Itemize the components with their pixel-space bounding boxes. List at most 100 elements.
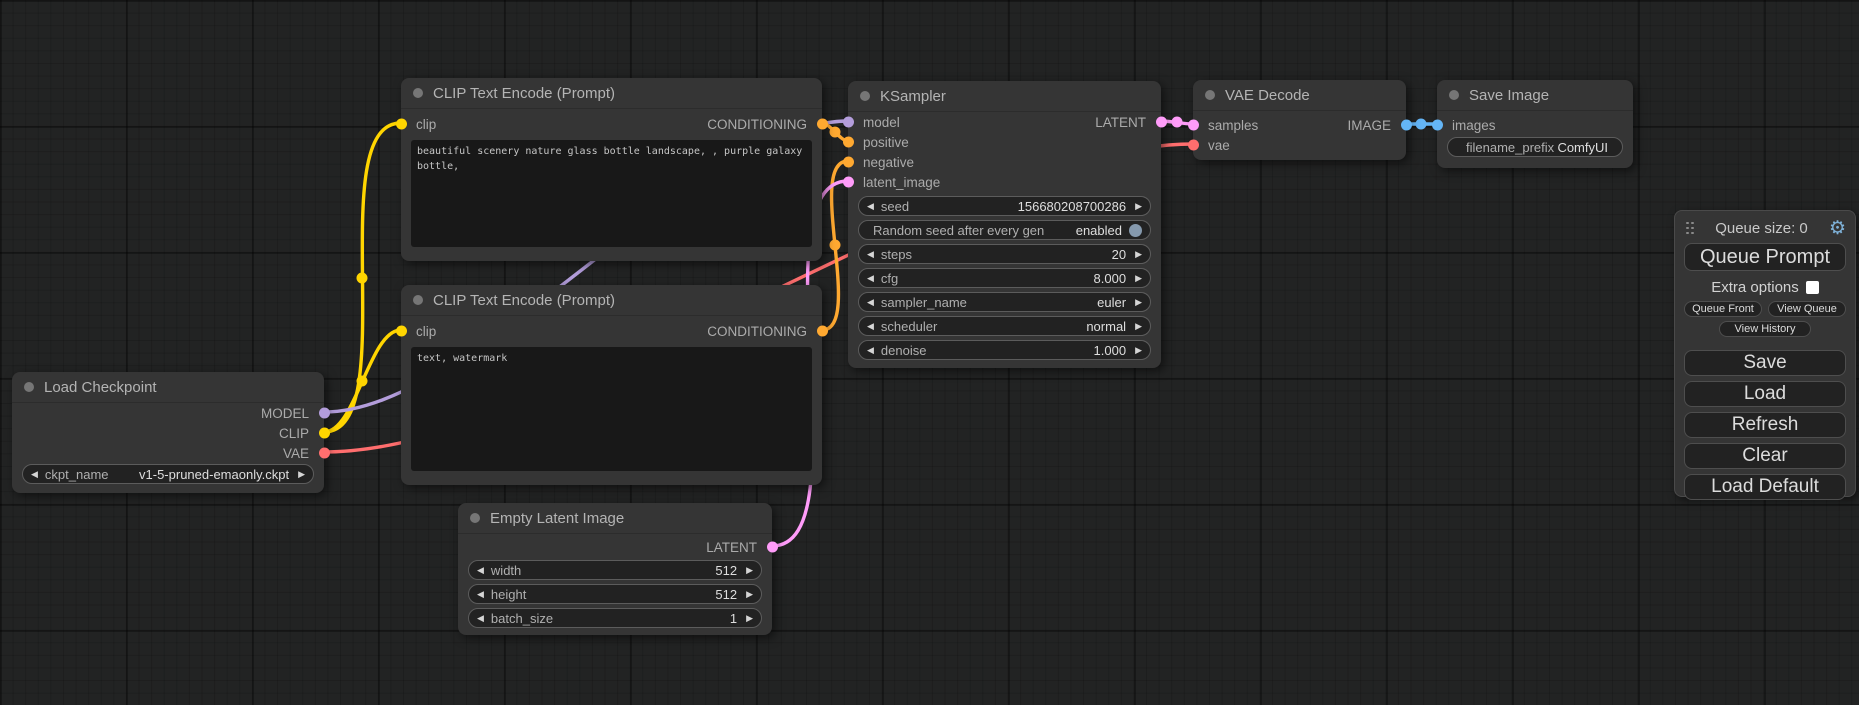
input-label-clip: clip	[416, 324, 436, 339]
extra-options-checkbox[interactable]	[1806, 281, 1819, 294]
load-default-button[interactable]: Load Default	[1684, 474, 1846, 500]
node-vae-decode[interactable]: VAE Decode samples IMAGE vae	[1193, 80, 1406, 160]
increment-arrow-icon[interactable]: ▶	[746, 613, 753, 624]
cfg-widget[interactable]: ◀ cfg 8.000 ▶	[858, 268, 1151, 288]
clip-input-slot[interactable]	[396, 119, 407, 130]
images-input-slot[interactable]	[1432, 120, 1443, 131]
latent-output-slot[interactable]	[1156, 117, 1167, 128]
decrement-arrow-icon[interactable]: ◀	[31, 469, 38, 480]
extra-options-label: Extra options	[1711, 279, 1799, 296]
view-queue-button[interactable]: View Queue	[1768, 301, 1846, 317]
latent-image-input-slot[interactable]	[843, 177, 854, 188]
node-title-bar[interactable]: VAE Decode	[1193, 80, 1406, 111]
output-label-conditioning: CONDITIONING	[707, 117, 807, 132]
node-load-checkpoint[interactable]: Load Checkpoint MODEL CLIP VAE ◀ ckpt_na…	[12, 372, 324, 493]
steps-widget[interactable]: ◀ steps 20 ▶	[858, 244, 1151, 264]
node-title-bar[interactable]: Empty Latent Image	[458, 503, 772, 534]
node-empty-latent-image[interactable]: Empty Latent Image LATENT ◀ width 512 ▶ …	[458, 503, 772, 635]
node-clip-text-encode-positive[interactable]: CLIP Text Encode (Prompt) clip CONDITION…	[401, 78, 822, 261]
height-widget[interactable]: ◀ height 512 ▶	[468, 584, 762, 604]
load-button[interactable]: Load	[1684, 381, 1846, 407]
ckpt-name-widget[interactable]: ◀ ckpt_name v1-5-pruned-emaonly.ckpt ▶	[22, 464, 314, 484]
comfy-menu-panel: Queue size: 0 ⚙ Queue Prompt Extra optio…	[1674, 210, 1856, 497]
decrement-arrow-icon[interactable]: ◀	[867, 273, 874, 284]
node-title-bar[interactable]: Load Checkpoint	[12, 372, 324, 403]
node-clip-text-encode-negative[interactable]: CLIP Text Encode (Prompt) clip CONDITION…	[401, 285, 822, 485]
widget-value: 1	[730, 611, 737, 626]
seed-widget[interactable]: ◀ seed 156680208700286 ▶	[858, 196, 1151, 216]
collapse-toggle[interactable]	[1205, 90, 1215, 100]
decrement-arrow-icon[interactable]: ◀	[867, 345, 874, 356]
conditioning-output-slot[interactable]	[817, 326, 828, 337]
increment-arrow-icon[interactable]: ▶	[746, 589, 753, 600]
negative-input-slot[interactable]	[843, 157, 854, 168]
node-title: Empty Latent Image	[490, 510, 624, 527]
increment-arrow-icon[interactable]: ▶	[1135, 321, 1142, 332]
increment-arrow-icon[interactable]: ▶	[1135, 297, 1142, 308]
widget-label: steps	[881, 247, 912, 262]
widget-label: batch_size	[491, 611, 553, 626]
input-label-clip: clip	[416, 117, 436, 132]
node-save-image[interactable]: Save Image images filename_prefix ComfyU…	[1437, 80, 1633, 168]
node-title: Save Image	[1469, 87, 1549, 104]
collapse-toggle[interactable]	[413, 88, 423, 98]
queue-size-label: Queue size: 0	[1694, 220, 1829, 237]
decrement-arrow-icon[interactable]: ◀	[867, 249, 874, 260]
denoise-widget[interactable]: ◀ denoise 1.000 ▶	[858, 340, 1151, 360]
collapse-toggle[interactable]	[24, 382, 34, 392]
positive-prompt-textarea[interactable]: beautiful scenery nature glass bottle la…	[411, 140, 812, 247]
queue-prompt-button[interactable]: Queue Prompt	[1684, 243, 1846, 271]
batch-size-widget[interactable]: ◀ batch_size 1 ▶	[468, 608, 762, 628]
random-seed-widget[interactable]: Random seed after every gen enabled	[858, 220, 1151, 240]
image-output-slot[interactable]	[1401, 120, 1412, 131]
view-history-button[interactable]: View History	[1719, 321, 1811, 337]
increment-arrow-icon[interactable]: ▶	[1135, 273, 1142, 284]
vae-output-slot[interactable]	[319, 448, 330, 459]
vae-input-slot[interactable]	[1188, 140, 1199, 151]
queue-front-button[interactable]: Queue Front	[1684, 301, 1762, 317]
clip-output-slot[interactable]	[319, 428, 330, 439]
refresh-button[interactable]: Refresh	[1684, 412, 1846, 438]
negative-prompt-textarea[interactable]: text, watermark	[411, 347, 812, 471]
sampler-name-widget[interactable]: ◀ sampler_name euler ▶	[858, 292, 1151, 312]
increment-arrow-icon[interactable]: ▶	[1135, 201, 1142, 212]
node-title-bar[interactable]: KSampler	[848, 81, 1161, 112]
collapse-toggle[interactable]	[860, 91, 870, 101]
model-output-slot[interactable]	[319, 408, 330, 419]
scheduler-widget[interactable]: ◀ scheduler normal ▶	[858, 316, 1151, 336]
random-seed-toggle-icon[interactable]	[1129, 224, 1142, 237]
increment-arrow-icon[interactable]: ▶	[1135, 249, 1142, 260]
node-title-bar[interactable]: CLIP Text Encode (Prompt)	[401, 78, 822, 109]
graph-canvas[interactable]: { "icons": { "decrement": "◀", "incremen…	[0, 0, 1859, 705]
menu-drag-handle[interactable]	[1686, 222, 1694, 235]
increment-arrow-icon[interactable]: ▶	[1135, 345, 1142, 356]
node-title-bar[interactable]: Save Image	[1437, 80, 1633, 111]
positive-input-slot[interactable]	[843, 137, 854, 148]
decrement-arrow-icon[interactable]: ◀	[867, 297, 874, 308]
decrement-arrow-icon[interactable]: ◀	[867, 321, 874, 332]
collapse-toggle[interactable]	[413, 295, 423, 305]
node-ksampler[interactable]: KSampler model LATENT positive negative …	[848, 81, 1161, 368]
decrement-arrow-icon[interactable]: ◀	[477, 565, 484, 576]
node-title-bar[interactable]: CLIP Text Encode (Prompt)	[401, 285, 822, 316]
collapse-toggle[interactable]	[470, 513, 480, 523]
samples-input-slot[interactable]	[1188, 120, 1199, 131]
save-button[interactable]: Save	[1684, 350, 1846, 376]
node-title: CLIP Text Encode (Prompt)	[433, 85, 615, 102]
width-widget[interactable]: ◀ width 512 ▶	[468, 560, 762, 580]
latent-output-slot[interactable]	[767, 542, 778, 553]
model-input-slot[interactable]	[843, 117, 854, 128]
widget-label: scheduler	[881, 319, 937, 334]
collapse-toggle[interactable]	[1449, 90, 1459, 100]
clip-input-slot[interactable]	[396, 326, 407, 337]
conditioning-output-slot[interactable]	[817, 119, 828, 130]
settings-gear-icon[interactable]: ⚙	[1829, 219, 1846, 238]
increment-arrow-icon[interactable]: ▶	[298, 469, 305, 480]
decrement-arrow-icon[interactable]: ◀	[867, 201, 874, 212]
decrement-arrow-icon[interactable]: ◀	[477, 589, 484, 600]
increment-arrow-icon[interactable]: ▶	[746, 565, 753, 576]
filename-prefix-widget[interactable]: filename_prefix ComfyUI	[1447, 137, 1623, 157]
clear-button[interactable]: Clear	[1684, 443, 1846, 469]
widget-label: seed	[881, 199, 909, 214]
decrement-arrow-icon[interactable]: ◀	[477, 613, 484, 624]
